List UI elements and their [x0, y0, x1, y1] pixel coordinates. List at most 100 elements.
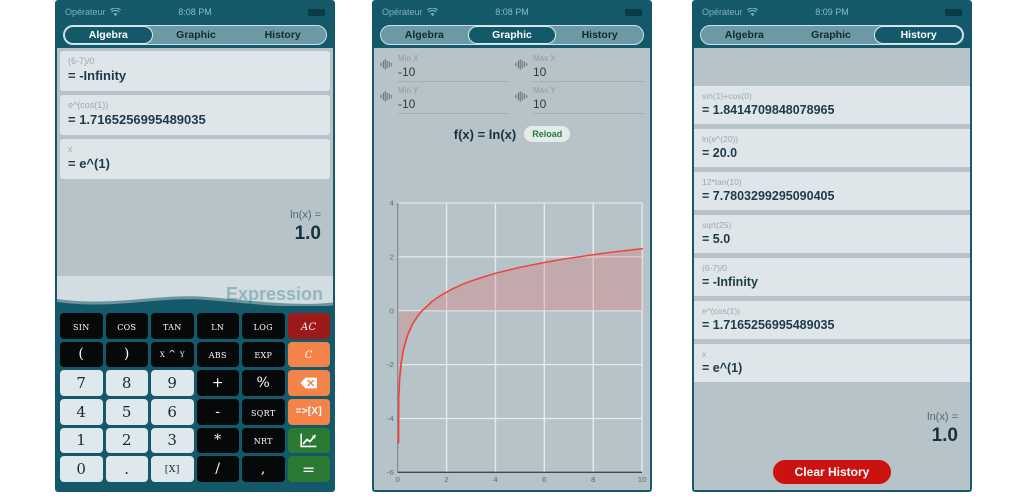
key-7[interactable]: 7	[60, 370, 103, 396]
key-minus[interactable]: -	[196, 398, 239, 425]
range-field-min-y[interactable]: Min Y -10	[380, 86, 509, 114]
key-all-clear[interactable]: AC	[287, 313, 330, 339]
expression-card[interactable]: x = e^(1)	[60, 139, 330, 179]
key-abs[interactable]: ABS	[196, 341, 239, 368]
history-item-result: = 1.7165256995489035	[702, 318, 835, 332]
tab-graphic[interactable]: Graphic	[788, 26, 875, 44]
key-equals[interactable]: =	[287, 456, 330, 482]
expression-card-list: (6-7)/0 = -Infinity e^(cos(1)) = 1.71652569…	[57, 48, 333, 179]
clear-history-button[interactable]: Clear History	[773, 460, 891, 484]
history-item-expression: sin(1)+cos(0)	[702, 91, 752, 101]
key-1[interactable]: 1	[60, 427, 103, 454]
tab-group: Algebra Graphic History	[63, 25, 327, 45]
history-item-expression: x	[702, 349, 707, 359]
key-6[interactable]: 6	[151, 398, 194, 425]
key-close-paren[interactable]: )	[105, 341, 148, 368]
tab-algebra[interactable]: Algebra	[381, 26, 468, 44]
key-plus[interactable]: +	[196, 370, 239, 396]
key-multiply[interactable]: *	[196, 427, 239, 454]
range-field-min-x[interactable]: Min X -10	[380, 54, 509, 82]
tab-group: Algebra Graphic History	[700, 25, 964, 45]
wifi-icon	[109, 7, 121, 16]
key-3[interactable]: 3	[151, 427, 194, 454]
plot-area[interactable]: -6 -4 -2 0 2 4 0 2 4 6 8 10	[376, 196, 648, 488]
history-item[interactable]: (6-7)/0 = -Infinity	[694, 258, 970, 296]
svg-text:6: 6	[542, 475, 546, 483]
equalizer-icon[interactable]	[380, 57, 393, 82]
range-input-max-y[interactable]: Max Y 10	[533, 86, 644, 114]
tab-group: Algebra Graphic History	[380, 25, 644, 45]
tab-history[interactable]: History	[239, 26, 326, 44]
key-percent[interactable]: %	[242, 370, 285, 396]
tab-algebra[interactable]: Algebra	[64, 26, 153, 44]
result-pane: ln(x) = 1.0	[57, 200, 333, 282]
status-bar: Opérateur 8:09 PM	[694, 2, 970, 22]
tab-algebra[interactable]: Algebra	[701, 26, 788, 44]
history-item[interactable]: sin(1)+cos(0) = 1.8414709848078965	[694, 86, 970, 124]
history-list[interactable]: sin(1)+cos(0) = 1.8414709848078965 ln(e^(2…	[694, 86, 970, 382]
key-backspace[interactable]	[287, 370, 330, 396]
key-decimal[interactable]: .	[105, 456, 148, 482]
history-item-result: = e^(1)	[702, 361, 743, 375]
tab-history[interactable]: History	[874, 26, 963, 44]
range-field-max-y[interactable]: Max Y 10	[515, 86, 644, 114]
equalizer-icon[interactable]	[515, 89, 528, 114]
range-field-grid: Min X -10 Max X 10 Min Y -10 Max Y 10	[374, 48, 650, 114]
history-item-result: = 5.0	[702, 232, 731, 246]
key-assign-x[interactable]: =>[X]	[287, 398, 330, 425]
key-sqrt[interactable]: SQRT	[242, 398, 285, 425]
range-field-max-x[interactable]: Max X 10	[515, 54, 644, 82]
equalizer-icon[interactable]	[515, 57, 528, 82]
range-input-min-x[interactable]: Min X -10	[398, 54, 509, 82]
expression-card-expression: e^(cos(1))	[68, 100, 109, 110]
expression-card-expression: (6-7)/0	[68, 56, 95, 66]
history-footer: ln(x) = 1.0 Clear History	[694, 404, 970, 490]
carrier-label: Opérateur	[65, 7, 106, 17]
phone-history: Opérateur 8:09 PM Algebra Graphic Histor…	[692, 0, 972, 492]
key-comma[interactable]: ,	[242, 456, 285, 482]
key-divide[interactable]: /	[196, 456, 239, 482]
key-2[interactable]: 2	[105, 427, 148, 454]
reload-button[interactable]: Reload	[524, 126, 571, 142]
history-item[interactable]: x = e^(1)	[694, 344, 970, 382]
key-0[interactable]: 0	[60, 456, 103, 482]
key-tan[interactable]: TAN	[151, 313, 194, 339]
key-ln[interactable]: LN	[196, 313, 239, 339]
tab-graphic[interactable]: Graphic	[467, 26, 557, 44]
key-nth-root[interactable]: NRT	[242, 427, 285, 454]
algebra-body: (6-7)/0 = -Infinity e^(cos(1)) = 1.71652569…	[57, 48, 333, 490]
key-5[interactable]: 5	[105, 398, 148, 425]
history-item[interactable]: e^(cos(1)) = 1.7165256995489035	[694, 301, 970, 339]
history-result-label: ln(x) =	[927, 411, 958, 423]
history-result-value: 1.0	[931, 425, 958, 446]
key-graph[interactable]	[287, 427, 330, 454]
key-open-paren[interactable]: (	[60, 341, 103, 368]
expression-card[interactable]: e^(cos(1)) = 1.7165256995489035	[60, 95, 330, 135]
key-exp[interactable]: EXP	[242, 341, 285, 368]
battery-icon	[625, 8, 642, 16]
expression-card[interactable]: (6-7)/0 = -Infinity	[60, 51, 330, 91]
history-top-spacer	[694, 48, 970, 86]
range-input-max-x[interactable]: Max X 10	[533, 54, 644, 82]
key-clear[interactable]: C	[287, 341, 330, 368]
history-item[interactable]: 12*tan(10) = 7.7803299295090405	[694, 172, 970, 210]
expression-card-expression: x	[68, 144, 73, 154]
history-item[interactable]: sqrt(25) = 5.0	[694, 215, 970, 253]
key-4[interactable]: 4	[60, 398, 103, 425]
status-bar-left: Opérateur	[65, 7, 121, 17]
range-input-min-y[interactable]: Min Y -10	[398, 86, 509, 114]
key-sin[interactable]: SIN	[60, 313, 103, 339]
history-item[interactable]: ln(e^(20)) = 20.0	[694, 129, 970, 167]
key-cos[interactable]: COS	[105, 313, 148, 339]
key-power[interactable]: x ^ y	[151, 341, 194, 368]
key-8[interactable]: 8	[105, 370, 148, 396]
key-variable-x[interactable]: [X]	[151, 456, 194, 482]
keypad: SIN COS TAN LN LOG AC () x ^ y ABS EXP C 7 8 9 +% 4 5 6- S…	[60, 313, 330, 482]
tab-graphic[interactable]: Graphic	[153, 26, 240, 44]
tab-history[interactable]: History	[556, 26, 643, 44]
key-log[interactable]: LOG	[242, 313, 285, 339]
equalizer-icon[interactable]	[380, 89, 393, 114]
range-value-min-x: -10	[398, 65, 416, 79]
status-bar-left: Opérateur	[702, 7, 758, 17]
key-9[interactable]: 9	[151, 370, 194, 396]
